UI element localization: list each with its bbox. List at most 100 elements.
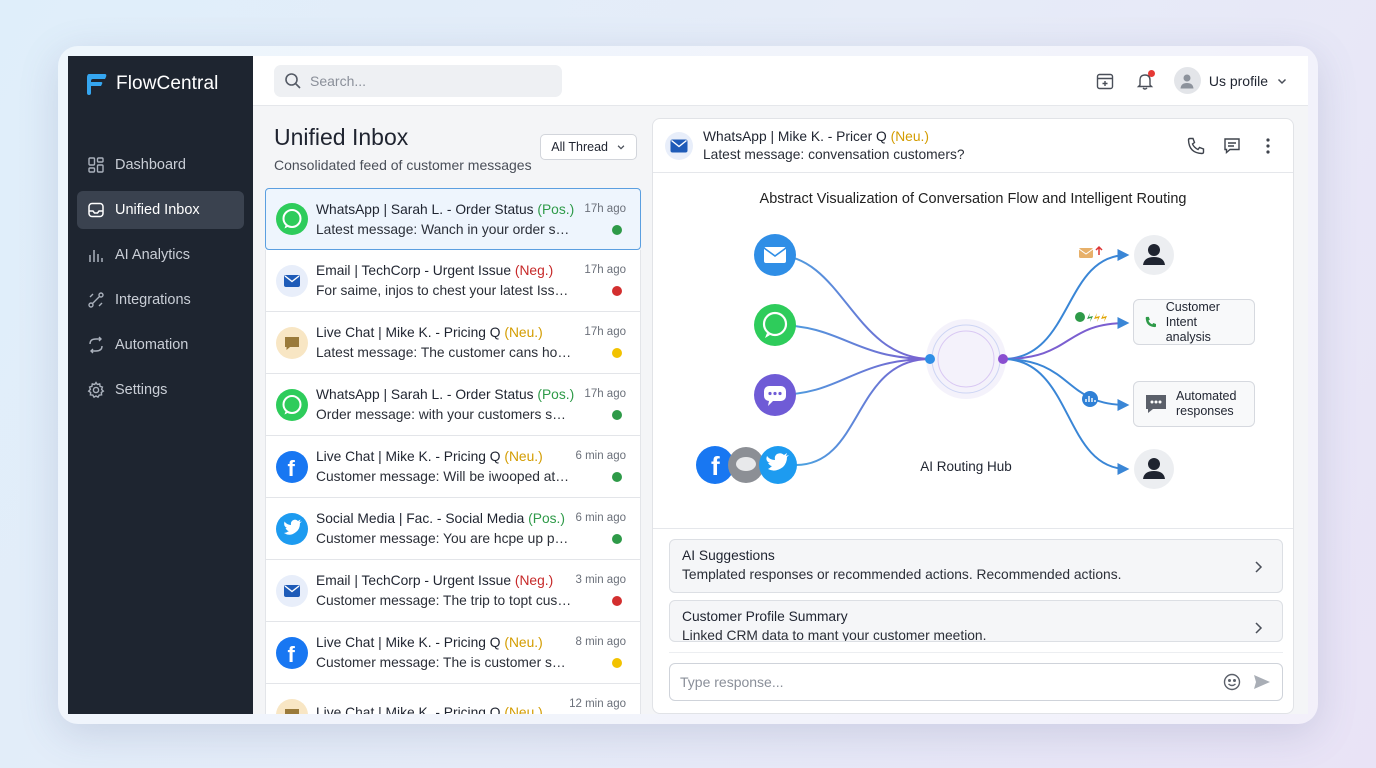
- inbox-panel: Unified Inbox Consolidated feed of custo…: [265, 118, 641, 714]
- message-title-text: Live Chat | Mike K. - Pricing Q: [316, 325, 505, 340]
- message-time: 17h ago: [584, 388, 626, 400]
- message-row[interactable]: Live Chat | Mike K. - Pricing Q (Neu.) La…: [265, 312, 641, 374]
- message-time: 8 min ago: [575, 636, 626, 648]
- inbox-icon: [88, 202, 104, 218]
- intent-card-line2: Intent analysis: [1165, 314, 1211, 344]
- sidebar-item-unified-inbox[interactable]: Unified Inbox: [77, 191, 244, 229]
- insight-cards: AI Suggestions Templated responses or re…: [653, 529, 1293, 642]
- search-icon: [285, 72, 301, 89]
- chat-source-icon: [754, 374, 796, 416]
- send-icon[interactable]: [1252, 672, 1272, 692]
- search-input[interactable]: [310, 72, 540, 89]
- whatsapp-source-icon: [754, 304, 796, 346]
- customer-profile-desc: Linked CRM data to mant your customer me…: [682, 628, 987, 642]
- message-row[interactable]: Email | TechCorp - Urgent Issue (Neg.) Cu…: [265, 560, 641, 622]
- sidebar-item-settings[interactable]: Settings: [77, 371, 244, 409]
- top-bar: Us profile: [253, 56, 1308, 106]
- sentiment-label: (Neu.): [504, 704, 543, 715]
- conversation-actions: [1185, 135, 1279, 157]
- app-name: FlowCentral: [116, 73, 219, 94]
- sentiment-label: (Pos.): [537, 387, 575, 402]
- email-badge-icon: [1078, 245, 1103, 258]
- chevron-down-icon: [1277, 78, 1287, 84]
- chat-icon: [1224, 137, 1240, 154]
- flow-line-social: [795, 358, 931, 466]
- sidebar-item-automation[interactable]: Automation: [77, 326, 244, 364]
- message-title-text: Live Chat | Mike K. - Pricing Q: [316, 704, 505, 715]
- message-preview: Latest message: The customer cans how mu…: [316, 345, 572, 360]
- social-sources-icon: f: [696, 446, 797, 484]
- message-row[interactable]: f Live Chat | Mike K. - Pricing Q (Neu.) C…: [265, 622, 641, 684]
- message-meta: 6 min ago: [575, 450, 626, 462]
- customer-profile-card[interactable]: Customer Profile Summary Linked CRM data…: [669, 600, 1283, 642]
- message-row[interactable]: Social Media | Fac. - Social Media (Pos.…: [265, 498, 641, 560]
- status-dot: [612, 286, 622, 296]
- facebook-icon: f: [276, 450, 308, 483]
- ai-suggestions-card[interactable]: AI Suggestions Templated responses or re…: [669, 539, 1283, 593]
- ai-suggestions-desc: Templated responses or recommended actio…: [682, 567, 1122, 582]
- notification-badge: [1147, 69, 1155, 77]
- message-title: WhatsApp | Sarah L. - Order Status (Pos.…: [316, 202, 626, 217]
- status-dot: [612, 658, 622, 668]
- automation-icon: [89, 336, 103, 354]
- message-preview: Latest message: Wanch in your order stat…: [316, 221, 572, 237]
- more-vertical-icon: [1266, 137, 1270, 154]
- thread-filter-dropdown[interactable]: All Thread: [540, 134, 637, 160]
- message-title: Email | TechCorp - Urgent Issue (Neg.): [316, 263, 626, 278]
- status-dot: [612, 472, 622, 482]
- reply-input[interactable]: [680, 674, 1222, 690]
- profile-menu[interactable]: Us profile: [1173, 67, 1288, 94]
- conversation-detail: WhatsApp | Mike K. - Pricer Q (Neu.) Lat…: [652, 118, 1294, 714]
- message-meta: 8 min ago: [575, 636, 626, 648]
- notifications-button[interactable]: [1134, 69, 1156, 92]
- call-button[interactable]: [1185, 135, 1207, 157]
- message-title-text: Live Chat | Mike K. - Pricing Q: [316, 635, 505, 650]
- sidebar-item-integrations[interactable]: Integrations: [77, 281, 244, 319]
- message-row[interactable]: f Live Chat | Mike K. - Pricing Q (Neu.) C…: [265, 436, 641, 498]
- sidebar-item-label: Automation: [115, 337, 189, 353]
- intent-analysis-card: Customer Intent analysis: [1133, 299, 1255, 345]
- dashboard-icon: [88, 157, 104, 173]
- profile-label: Us profile: [1208, 72, 1268, 89]
- sidebar-item-ai-analytics[interactable]: AI Analytics: [77, 236, 244, 274]
- sidebar-item-label: Integrations: [115, 292, 191, 308]
- ai-routing-hub-icon: [925, 319, 1008, 399]
- auto-card-line1: Automated: [1176, 389, 1237, 403]
- brand: FlowCentral: [68, 70, 253, 98]
- agent-avatar-icon: [1134, 235, 1174, 275]
- message-time: 6 min ago: [575, 450, 626, 462]
- integrations-icon: [88, 292, 104, 308]
- emoji-icon[interactable]: [1222, 672, 1242, 692]
- message-meta: 6 min ago: [575, 512, 626, 524]
- message-row[interactable]: WhatsApp | Sarah L. - Order Status (Pos.…: [265, 374, 641, 436]
- message-meta: 17h ago: [584, 388, 626, 400]
- email-icon: [276, 264, 308, 297]
- logo-icon: [87, 74, 107, 95]
- message-preview: Customer message: The is customer spread…: [316, 655, 572, 670]
- message-title-text: Email | TechCorp - Urgent Issue: [316, 573, 515, 588]
- message-time: 17h ago: [584, 264, 626, 276]
- message-meta: 17h ago: [584, 203, 626, 215]
- conversation-info: WhatsApp | Mike K. - Pricer Q (Neu.) Lat…: [703, 129, 965, 162]
- message-button[interactable]: [1221, 135, 1243, 157]
- sentiment-label: (Neu.): [504, 449, 543, 464]
- analysis-badge-icon: [1082, 391, 1098, 407]
- sentiment-label: (Neg.): [514, 573, 554, 588]
- phone-icon: [1187, 137, 1205, 154]
- message-meta: 17h ago: [584, 326, 626, 338]
- topbar-actions: Us profile: [1094, 67, 1288, 94]
- sidebar: FlowCentral Dashboard Unified Inbox AI A…: [68, 56, 253, 714]
- sentiment-badge: (Neu.): [890, 129, 929, 144]
- sidebar-item-dashboard[interactable]: Dashboard: [77, 146, 244, 184]
- more-options-button[interactable]: [1257, 135, 1279, 157]
- message-row[interactable]: WhatsApp | Sarah L. - Order Status (Pos.…: [265, 188, 641, 250]
- calendar-add-button[interactable]: [1094, 70, 1116, 92]
- phone-icon: [1145, 316, 1157, 328]
- message-time: 6 min ago: [575, 512, 626, 524]
- message-time: 17h ago: [584, 326, 626, 338]
- conversation-title-text: WhatsApp | Mike K. - Pricer Q: [703, 129, 891, 144]
- message-row[interactable]: Live Chat | Mike K. - Pricing Q (Neu.) 12…: [265, 684, 641, 714]
- chevron-down-icon: [617, 145, 625, 150]
- sentiment-label: (Neu.): [504, 635, 543, 650]
- message-row[interactable]: Email | TechCorp - Urgent Issue (Neg.) Fo…: [265, 250, 641, 312]
